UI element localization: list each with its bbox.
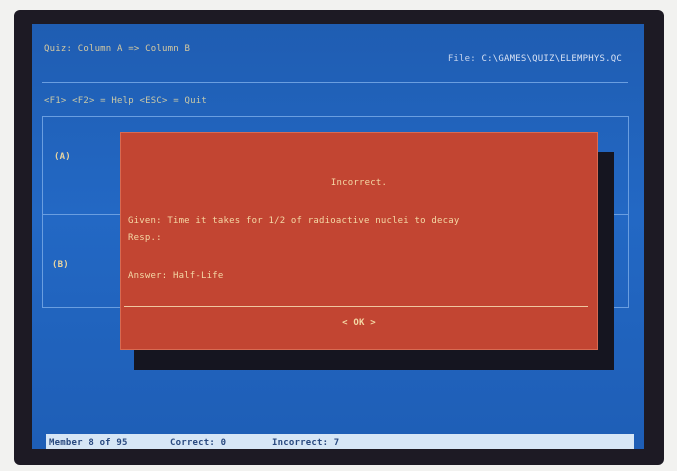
monitor-bezel: Quiz: Column A => Column B File: C:\GAME…	[14, 10, 664, 465]
response-field: Resp.:	[128, 233, 162, 243]
member-counter: Member 8 of 95	[49, 438, 128, 448]
panel-b-label: (B)	[52, 260, 69, 270]
panel-a-label: (A)	[54, 152, 71, 162]
dialog-title: Incorrect.	[330, 178, 388, 188]
correct-counter: Correct: 0	[170, 438, 227, 448]
incorrect-dialog: Incorrect. Given: Time it takes for 1/2 …	[120, 132, 598, 350]
header-divider	[42, 82, 628, 83]
quiz-screen: Quiz: Column A => Column B File: C:\GAME…	[32, 24, 644, 449]
correct-answer: Answer: Half-Life	[128, 271, 224, 281]
key-help-line: <F1> <F2> = Help <ESC> = Quit	[44, 96, 207, 106]
incorrect-counter: Incorrect: 7	[272, 438, 340, 448]
ok-button[interactable]: < OK >	[120, 318, 598, 328]
quiz-title: Quiz: Column A => Column B	[44, 44, 191, 54]
dialog-separator	[124, 306, 588, 307]
file-label: File:	[447, 54, 476, 64]
given-question: Given: Time it takes for 1/2 of radioact…	[128, 216, 460, 226]
status-bar: Member 8 of 95 Correct: 0 Incorrect: 7	[46, 434, 634, 449]
file-path: C:\GAMES\QUIZ\ELEMPHYS.QC	[481, 54, 622, 64]
file-indicator: File: C:\GAMES\QUIZ\ELEMPHYS.QC	[448, 54, 622, 64]
